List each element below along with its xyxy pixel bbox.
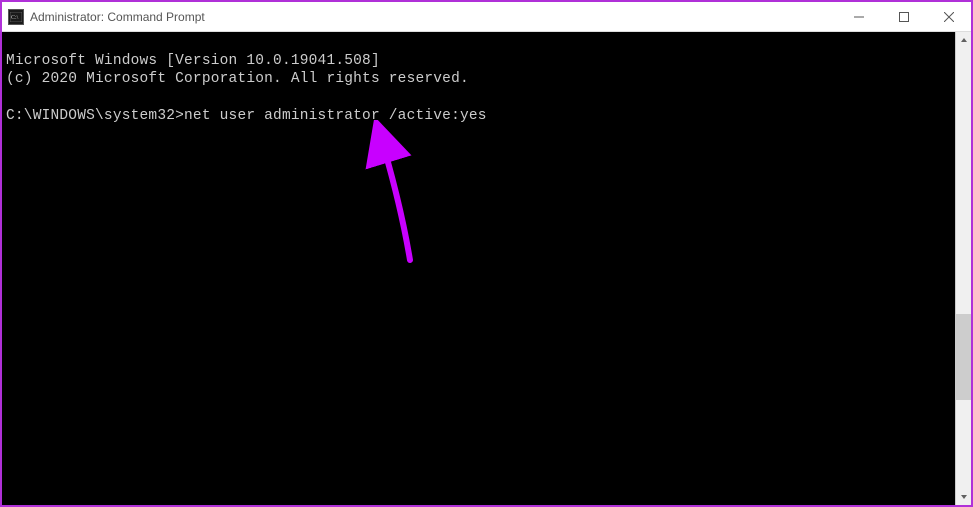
minimize-icon — [854, 12, 864, 22]
prompt-path: C:\WINDOWS\system32> — [6, 108, 184, 124]
vertical-scrollbar[interactable] — [955, 32, 971, 505]
version-line: Microsoft Windows [Version 10.0.19041.50… — [6, 53, 380, 69]
scroll-down-button[interactable] — [956, 489, 971, 505]
close-button[interactable] — [926, 2, 971, 31]
maximize-button[interactable] — [881, 2, 926, 31]
terminal-output[interactable]: Microsoft Windows [Version 10.0.19041.50… — [2, 32, 955, 505]
scroll-thumb[interactable] — [956, 314, 971, 400]
svg-text:C:\: C:\ — [11, 15, 19, 21]
window-title: Administrator: Command Prompt — [30, 10, 836, 24]
annotation-arrow — [330, 120, 450, 280]
window-controls — [836, 2, 971, 31]
chevron-down-icon — [960, 493, 968, 501]
copyright-line: (c) 2020 Microsoft Corporation. All righ… — [6, 71, 469, 87]
cmd-icon: C:\ — [8, 9, 24, 25]
titlebar: C:\ Administrator: Command Prompt — [2, 2, 971, 32]
prompt-line: C:\WINDOWS\system32>net user administrat… — [6, 108, 487, 124]
close-icon — [944, 12, 954, 22]
typed-command: net user administrator /active:yes — [184, 108, 487, 124]
scroll-up-button[interactable] — [956, 32, 971, 48]
terminal-area: Microsoft Windows [Version 10.0.19041.50… — [2, 32, 971, 505]
minimize-button[interactable] — [836, 2, 881, 31]
maximize-icon — [899, 12, 909, 22]
chevron-up-icon — [960, 36, 968, 44]
